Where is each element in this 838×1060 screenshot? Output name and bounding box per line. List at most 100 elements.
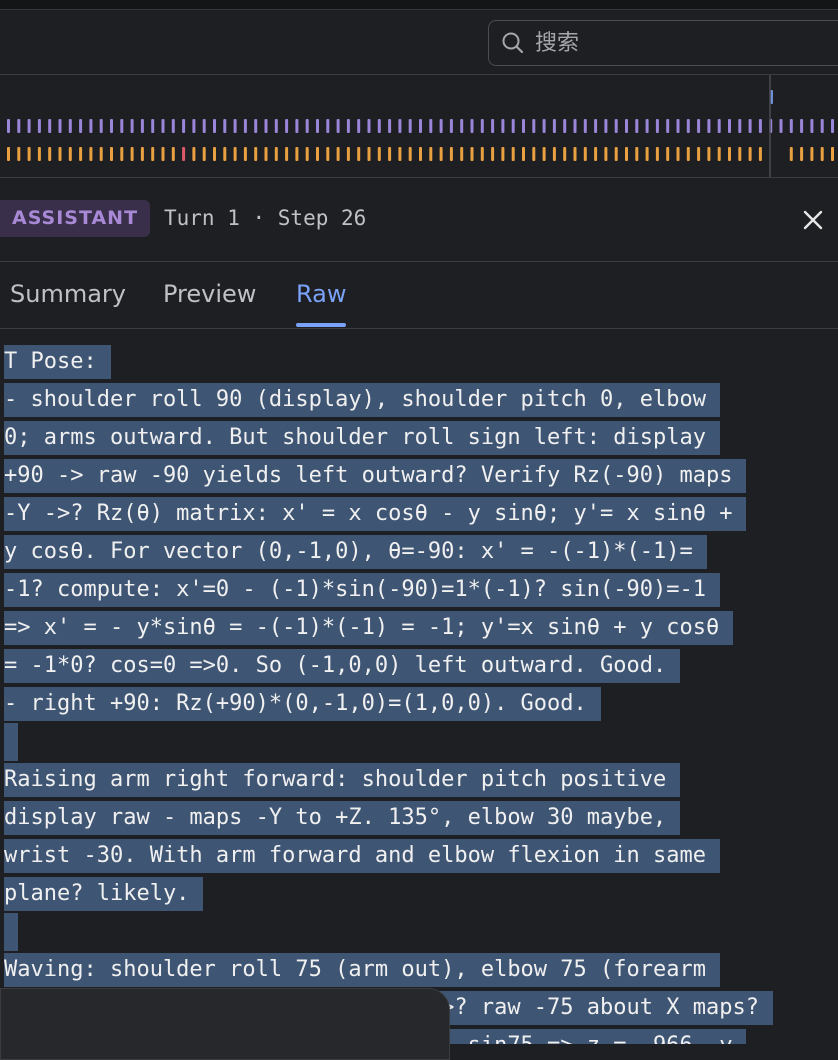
timeline-marker-orange[interactable] bbox=[748, 147, 752, 161]
timeline-marker-orange[interactable] bbox=[305, 147, 309, 161]
timeline-marker-purple[interactable] bbox=[357, 119, 361, 133]
timeline-marker-purple[interactable] bbox=[7, 119, 10, 133]
timeline-marker-orange[interactable] bbox=[686, 147, 690, 161]
timeline-marker-orange[interactable] bbox=[666, 147, 670, 161]
timeline-marker-purple[interactable] bbox=[110, 119, 113, 133]
timeline-track[interactable] bbox=[0, 75, 838, 177]
timeline-marker-orange[interactable] bbox=[388, 147, 392, 161]
timeline-marker-purple[interactable] bbox=[398, 119, 402, 133]
timeline-marker-purple[interactable] bbox=[377, 119, 381, 133]
timeline-marker-purple[interactable] bbox=[820, 119, 824, 133]
timeline-marker-purple[interactable] bbox=[522, 119, 525, 133]
timeline-marker-orange[interactable] bbox=[460, 147, 464, 161]
timeline-marker-orange[interactable] bbox=[419, 147, 422, 161]
timeline-marker-orange[interactable] bbox=[820, 147, 824, 161]
timeline-marker-orange[interactable] bbox=[717, 147, 721, 161]
timeline-marker-purple[interactable] bbox=[583, 119, 587, 133]
timeline-marker-orange[interactable] bbox=[439, 147, 443, 161]
timeline-marker-purple[interactable] bbox=[336, 119, 340, 133]
timeline-marker-purple[interactable] bbox=[594, 119, 598, 133]
timeline-marker-orange[interactable] bbox=[614, 147, 618, 161]
timeline-marker-purple[interactable] bbox=[233, 119, 237, 133]
timeline-marker-purple[interactable] bbox=[697, 119, 701, 133]
timeline-marker-orange[interactable] bbox=[346, 147, 350, 161]
timeline-marker-orange[interactable] bbox=[27, 147, 31, 161]
timeline-marker-orange[interactable] bbox=[357, 147, 361, 161]
timeline-marker-purple[interactable] bbox=[800, 119, 804, 133]
timeline-marker-purple[interactable] bbox=[254, 119, 258, 133]
timeline-marker-orange[interactable] bbox=[635, 147, 639, 161]
timeline-marker-orange[interactable] bbox=[130, 147, 134, 161]
timeline-marker-orange[interactable] bbox=[161, 147, 165, 161]
timeline-marker-orange[interactable] bbox=[511, 147, 515, 161]
timeline-marker-orange[interactable] bbox=[254, 147, 258, 161]
timeline-marker-purple[interactable] bbox=[58, 119, 62, 133]
timeline-marker-orange[interactable] bbox=[583, 147, 587, 161]
timeline-marker-orange[interactable] bbox=[429, 147, 433, 161]
timeline-marker-purple[interactable] bbox=[532, 119, 536, 133]
timeline-marker-orange[interactable] bbox=[491, 147, 495, 161]
timeline-marker-orange[interactable] bbox=[532, 147, 536, 161]
timeline-marker-purple[interactable] bbox=[17, 119, 21, 133]
timeline-marker-orange[interactable] bbox=[831, 147, 834, 161]
timeline-marker-orange[interactable] bbox=[501, 147, 505, 161]
timeline-marker-purple[interactable] bbox=[738, 119, 742, 133]
timeline-marker-purple[interactable] bbox=[171, 119, 175, 133]
timeline-marker-orange[interactable] bbox=[522, 147, 525, 161]
timeline-marker-purple[interactable] bbox=[552, 119, 556, 133]
timeline-marker-orange[interactable] bbox=[295, 147, 299, 161]
search-input[interactable] bbox=[533, 21, 817, 65]
timeline-marker-orange[interactable] bbox=[285, 147, 289, 161]
timeline-marker-orange[interactable] bbox=[449, 147, 453, 161]
raw-content[interactable]: T Pose: - shoulder roll 90 (display), sho… bbox=[0, 329, 838, 1044]
timeline-marker-orange[interactable] bbox=[707, 147, 711, 161]
timeline-marker-purple[interactable] bbox=[326, 119, 330, 133]
timeline-marker-orange[interactable] bbox=[233, 147, 237, 161]
timeline-marker-purple[interactable] bbox=[99, 119, 103, 133]
timeline-marker-purple[interactable] bbox=[449, 119, 453, 133]
timeline-marker-orange[interactable] bbox=[192, 147, 196, 161]
timeline-marker-purple[interactable] bbox=[666, 119, 670, 133]
timeline-marker-purple[interactable] bbox=[831, 119, 834, 133]
timeline-marker-orange[interactable] bbox=[151, 147, 155, 161]
timeline-marker-purple[interactable] bbox=[151, 119, 155, 133]
timeline-marker-purple[interactable] bbox=[202, 119, 206, 133]
timeline-marker-purple[interactable] bbox=[748, 119, 752, 133]
timeline-marker-purple[interactable] bbox=[645, 119, 649, 133]
timeline-marker-orange[interactable] bbox=[810, 147, 814, 161]
timeline-marker-orange[interactable] bbox=[264, 147, 268, 161]
timeline-marker-orange[interactable] bbox=[480, 147, 484, 161]
timeline-marker-orange[interactable] bbox=[625, 147, 628, 161]
timeline-marker-purple[interactable] bbox=[346, 119, 350, 133]
timeline-marker-purple[interactable] bbox=[635, 119, 639, 133]
timeline-marker-orange[interactable] bbox=[594, 147, 598, 161]
timeline-marker-purple[interactable] bbox=[491, 119, 495, 133]
timeline-marker-orange[interactable] bbox=[398, 147, 402, 161]
timeline-marker-red[interactable] bbox=[182, 147, 186, 161]
timeline-marker-purple[interactable] bbox=[480, 119, 484, 133]
timeline-marker-orange[interactable] bbox=[7, 147, 10, 161]
timeline-marker-orange[interactable] bbox=[202, 147, 206, 161]
timeline-marker-purple[interactable] bbox=[367, 119, 371, 133]
timeline-marker-purple[interactable] bbox=[223, 119, 227, 133]
timeline-marker-purple[interactable] bbox=[305, 119, 309, 133]
timeline-marker-purple[interactable] bbox=[686, 119, 690, 133]
timeline-marker-orange[interactable] bbox=[274, 147, 278, 161]
timeline-marker-purple[interactable] bbox=[810, 119, 814, 133]
timeline-marker-purple[interactable] bbox=[285, 119, 289, 133]
timeline-marker-purple[interactable] bbox=[140, 119, 144, 133]
timeline-marker-orange[interactable] bbox=[367, 147, 371, 161]
timeline-marker-purple[interactable] bbox=[182, 119, 186, 133]
timeline-marker-purple[interactable] bbox=[243, 119, 247, 133]
timeline-marker-orange[interactable] bbox=[79, 147, 83, 161]
timeline-marker-orange[interactable] bbox=[171, 147, 175, 161]
timeline-marker-purple[interactable] bbox=[264, 119, 268, 133]
timeline-marker-orange[interactable] bbox=[68, 147, 72, 161]
timeline-marker-orange[interactable] bbox=[563, 147, 567, 161]
timeline-marker-orange[interactable] bbox=[58, 147, 62, 161]
timeline-marker-orange[interactable] bbox=[408, 147, 412, 161]
timeline-marker-purple[interactable] bbox=[439, 119, 443, 133]
timeline-marker-orange[interactable] bbox=[758, 147, 762, 161]
timeline-marker-purple[interactable] bbox=[470, 119, 474, 133]
tab-raw[interactable]: Raw bbox=[296, 280, 346, 308]
